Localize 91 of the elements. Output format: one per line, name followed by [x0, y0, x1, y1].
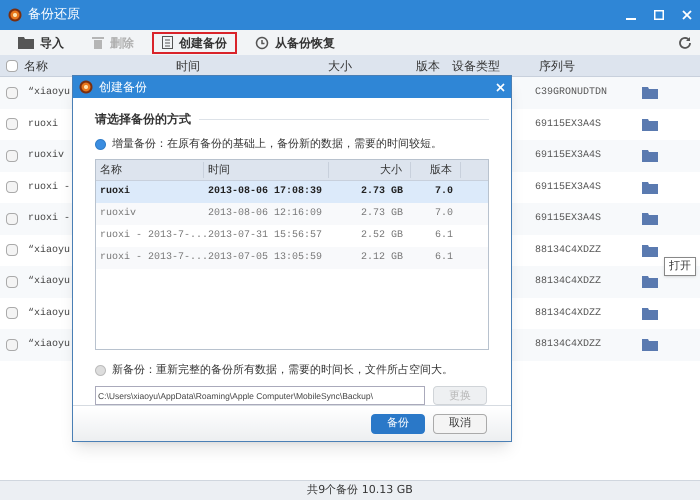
column-header: 名称	[24, 58, 49, 74]
checkbox[interactable]	[6, 307, 18, 320]
table-cell-text: 2.73 GB	[360, 207, 404, 222]
table-cell-text: 2013-07-31 15:56:57	[207, 229, 324, 244]
column-header: 时间	[204, 162, 329, 178]
table-cell-text: 88134C4XDZZ	[535, 338, 602, 352]
backup-button[interactable]: 备份	[371, 414, 425, 434]
column-header: 时间	[176, 58, 201, 74]
history-icon	[255, 36, 269, 50]
table-cell-text: 88134C4XDZZ	[535, 244, 602, 258]
table-cell-text: 6.1	[434, 251, 454, 266]
dialog-title: 创建备份	[99, 79, 147, 96]
checkbox[interactable]	[6, 244, 18, 256]
folder-icon[interactable]	[642, 180, 658, 194]
table-cell-text: “xiaoyu	[28, 274, 72, 290]
list-row[interactable]: ruoxiv 2013-08-06 12:16:09 2.73 GB 7.0	[96, 202, 488, 225]
table-cell-text: 2.52 GB	[360, 229, 404, 244]
table-cell-text: ruoxi - 2013-7-...	[99, 250, 204, 266]
column-header: 版本	[411, 162, 461, 178]
column-header: 名称	[96, 162, 204, 178]
column-header: 序列号	[538, 58, 576, 74]
table-cell-text: 6.1	[434, 229, 454, 244]
table-cell-text: ruoxi - 2013-7-...	[99, 228, 204, 244]
checkbox[interactable]	[6, 181, 18, 194]
folder-icon[interactable]	[642, 86, 658, 100]
window-title: 备份还原	[28, 6, 80, 24]
table-cell-text: 69115EX3A4S	[535, 212, 602, 226]
table-cell-text: C39GRONUDTDN	[535, 86, 608, 100]
tooltip: 打开	[664, 257, 696, 276]
table-cell-text: ruoxi -	[28, 212, 72, 226]
list-row[interactable]: ruoxi - 2013-7-...2013-07-05 13:05:59 2.12 GB 6.1	[96, 246, 488, 269]
table-cell-text: 7.0	[434, 185, 454, 200]
toolbar-button[interactable]: 导入	[8, 32, 74, 54]
trash-icon	[92, 36, 104, 49]
path-field[interactable]: C:\Users\xiaoyu\AppData\Roaming\Apple Computer\MobileSync\Backup\	[95, 386, 425, 406]
checkbox[interactable]	[6, 150, 18, 162]
close-icon[interactable]	[496, 82, 505, 92]
folder-icon[interactable]	[642, 244, 658, 257]
table-cell-text: “xiaoyu	[28, 244, 72, 258]
table-cell-text: 2.73 GB	[360, 185, 404, 200]
toolbar-button[interactable]: 从备份恢复	[245, 32, 345, 54]
table-cell-text: 88134C4XDZZ	[535, 275, 602, 290]
radio-option[interactable]: 新备份：重新完整的备份所有数据，需要的时间长，文件所占空间大。	[95, 362, 489, 378]
table-cell-text: ruoxi	[99, 184, 132, 200]
list-row[interactable]: ruoxi 2013-08-06 17:08:39 2.73 GB 7.0	[96, 180, 488, 203]
table-cell-text: 7.0	[434, 207, 454, 222]
folder-icon	[18, 36, 34, 48]
table-cell-text: ruoxiv	[99, 206, 138, 222]
column-header: 版本	[415, 58, 441, 74]
folder-icon[interactable]	[642, 275, 658, 288]
folder-icon[interactable]	[642, 306, 658, 320]
table-cell-text: 69115EX3A4S	[535, 149, 602, 164]
app-logo-icon	[79, 80, 93, 94]
folder-icon[interactable]	[642, 149, 658, 162]
table-cell-text: 69115EX3A4S	[535, 118, 602, 132]
column-header: 大小	[329, 162, 411, 178]
radio-option[interactable]: 增量备份：在原有备份的基础上，备份新的数据，需要的时间较短。	[95, 136, 489, 153]
table-cell-text: ruoxi	[28, 118, 60, 132]
table-cell-text: 88134C4XDZZ	[535, 306, 602, 321]
table-cell-text: ruoxiv	[28, 148, 66, 164]
table-cell-text: 2013-08-06 12:16:09	[207, 207, 324, 222]
table-cell-text: 2013-08-06 17:08:39	[207, 185, 324, 200]
close-icon[interactable]	[682, 10, 692, 20]
checkbox[interactable]	[6, 276, 18, 288]
maximize-icon[interactable]	[654, 10, 664, 20]
table-cell-text: 2013-07-05 13:05:59	[207, 251, 324, 266]
folder-icon[interactable]	[642, 118, 658, 131]
radio-button[interactable]	[95, 364, 106, 376]
folder-icon[interactable]	[642, 338, 658, 352]
column-header: 设备类型	[451, 58, 501, 74]
document-icon	[162, 36, 173, 49]
table-cell-text: 2.12 GB	[360, 251, 404, 266]
table-cell-text: “xiaoyu	[28, 306, 72, 321]
folder-icon[interactable]	[642, 212, 658, 226]
radio-button[interactable]	[95, 139, 106, 150]
status-text: 共9个备份 10.13 GB	[307, 482, 413, 498]
checkbox[interactable]	[6, 338, 18, 351]
cancel-button[interactable]: 取消	[433, 414, 487, 434]
column-header: 大小	[327, 58, 353, 74]
checkbox[interactable]	[6, 60, 18, 72]
checkbox[interactable]	[6, 212, 18, 225]
checkbox[interactable]	[6, 118, 18, 130]
refresh-icon[interactable]	[678, 36, 692, 50]
app-logo-icon	[8, 8, 22, 22]
checkbox[interactable]	[6, 86, 18, 99]
toolbar-button[interactable]: 创建备份	[152, 32, 237, 54]
table-cell-text: ruoxi -	[28, 180, 72, 195]
table-cell-text: 69115EX3A4S	[535, 180, 602, 195]
table-cell-text: “xiaoyu	[28, 86, 72, 100]
table-cell-text: “xiaoyu	[28, 338, 72, 352]
section-heading: 请选择备份的方式	[95, 111, 191, 128]
